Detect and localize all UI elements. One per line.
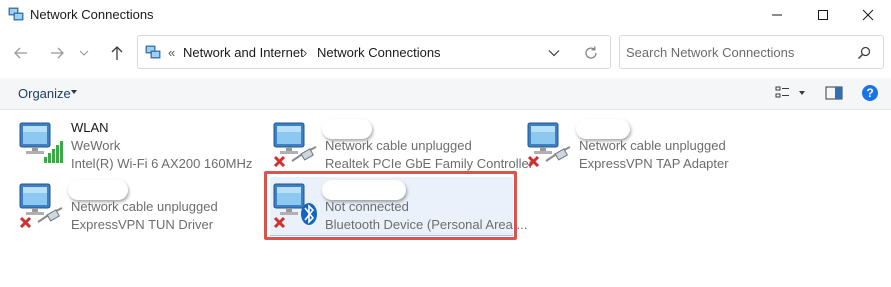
connection-device: Realtek PCIe GbE Family Controller (325, 156, 534, 171)
minimize-button[interactable] (754, 0, 800, 30)
redacted-name (68, 180, 128, 200)
caret-down-icon[interactable] (70, 88, 78, 96)
back-button[interactable] (8, 40, 34, 66)
maximize-icon (818, 10, 828, 20)
network-connections-window: Network Connections « Network and Intern… (0, 0, 891, 287)
arrow-up-icon (111, 46, 123, 60)
connection-device: ExpressVPN TUN Driver (71, 217, 214, 232)
wifi-adapter-icon (19, 122, 63, 163)
change-view-icon[interactable] (775, 85, 791, 101)
search-box[interactable]: Search Network Connections (619, 35, 884, 69)
up-button[interactable] (104, 40, 130, 66)
redacted-name (576, 119, 630, 139)
ethernet-adapter-icon (527, 122, 571, 167)
chevron-down-icon (548, 50, 560, 57)
breadcrumb-network-and-internet[interactable]: Network and Internet (183, 45, 304, 60)
network-connections-icon (8, 7, 24, 21)
arrow-left-icon (14, 47, 27, 59)
connection-status: Network cable unplugged (579, 138, 726, 153)
window-title: Network Connections (30, 7, 154, 22)
ethernet-adapter-icon (19, 183, 63, 228)
address-dropdown-button[interactable] (544, 43, 564, 63)
address-bar[interactable]: « Network and Internet › Network Connect… (137, 35, 611, 69)
preview-pane-icon[interactable] (825, 85, 843, 101)
connection-status: Network cable unplugged (71, 199, 218, 214)
organize-button[interactable]: Organize (18, 86, 71, 101)
ethernet-adapter-icon (273, 122, 317, 167)
arrow-right-icon (51, 47, 64, 59)
caret-down-icon[interactable] (798, 90, 806, 96)
svg-text:?: ? (866, 86, 873, 100)
connection-item-wlan[interactable]: WLAN WeWork Intel(R) Wi-Fi 6 AX200 160MH… (18, 119, 263, 175)
close-icon (862, 9, 874, 21)
connection-device: ExpressVPN TAP Adapter (579, 156, 729, 171)
network-connections-icon (145, 45, 161, 59)
maximize-button[interactable] (800, 0, 846, 30)
recent-locations-button[interactable] (76, 40, 92, 66)
chevron-down-icon (79, 50, 89, 56)
connection-status: WeWork (71, 138, 121, 153)
navigation-row: « Network and Internet › Network Connect… (0, 32, 891, 74)
annotation-highlight-box (264, 171, 517, 240)
search-input[interactable]: Search Network Connections (626, 45, 794, 60)
breadcrumb-overflow[interactable]: « (168, 45, 175, 60)
close-button[interactable] (845, 0, 891, 30)
help-icon[interactable]: ? (861, 84, 879, 102)
search-icon[interactable] (856, 45, 872, 61)
connection-name: WLAN (71, 120, 109, 135)
connection-device: Intel(R) Wi-Fi 6 AX200 160MHz (71, 156, 253, 171)
command-bar: Organize ? (0, 78, 891, 110)
forward-button[interactable] (44, 40, 70, 66)
breadcrumb-separator[interactable]: › (303, 45, 307, 60)
connection-item-vpn-tun[interactable]: Network cable unplugged ExpressVPN TUN D… (18, 180, 263, 236)
connection-status: Network cable unplugged (325, 138, 472, 153)
minimize-icon (772, 14, 782, 16)
connection-item-vpn-tap[interactable]: Network cable unplugged ExpressVPN TAP A… (526, 119, 771, 175)
connection-item-ethernet[interactable]: Network cable unplugged Realtek PCIe GbE… (272, 119, 533, 175)
refresh-icon (585, 46, 597, 59)
redacted-name (322, 119, 372, 139)
refresh-button[interactable] (581, 43, 601, 63)
title-bar: Network Connections (0, 0, 891, 30)
breadcrumb-network-connections[interactable]: Network Connections (317, 45, 441, 60)
